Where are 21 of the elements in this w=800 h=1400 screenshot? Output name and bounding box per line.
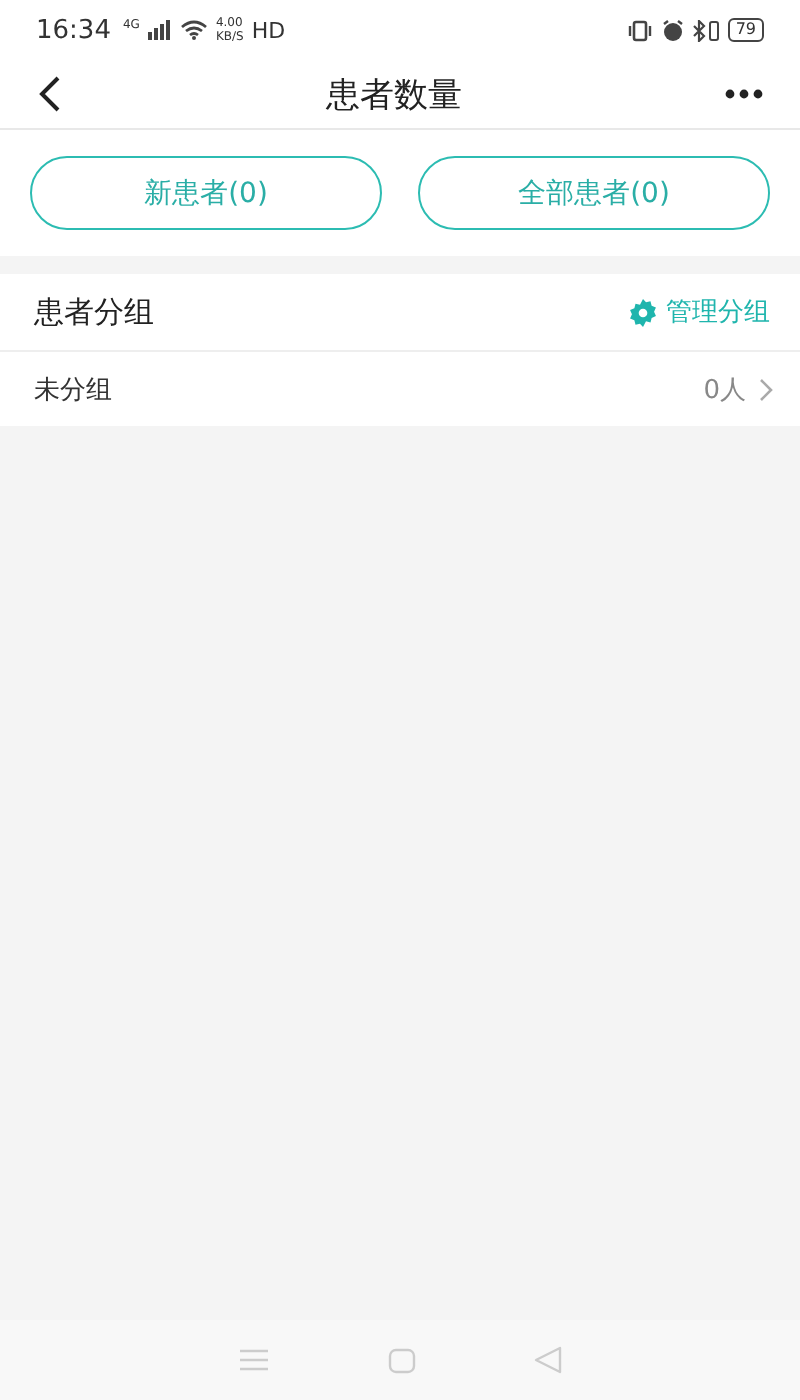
- signal-icon: [147, 20, 172, 40]
- section-title: 患者分组: [34, 293, 154, 331]
- filter-button[interactable]: 新患者(0): [30, 156, 382, 230]
- hd-label: HD: [251, 17, 286, 43]
- home-icon[interactable]: [387, 1347, 416, 1373]
- chevron-icon: [758, 377, 774, 401]
- back-nav-icon[interactable]: [533, 1346, 562, 1374]
- filter-button[interactable]: 全部患者(0): [418, 156, 770, 230]
- back-icon[interactable]: [36, 74, 64, 114]
- page-title: 患者数量: [326, 73, 462, 117]
- group-row[interactable]: 未分组 0人: [0, 352, 800, 426]
- more-icon[interactable]: [724, 88, 764, 100]
- status-time: 16:34: [36, 15, 111, 45]
- alarm-icon: [661, 19, 684, 41]
- bluetooth-icon: [691, 19, 720, 41]
- vibrate-icon: [625, 19, 654, 41]
- menu-icon[interactable]: [238, 1348, 271, 1372]
- manage-groups-link[interactable]: 管理分组: [628, 294, 770, 330]
- gear-icon: [628, 297, 658, 327]
- wifi-icon: [179, 20, 208, 40]
- battery-level: 79: [727, 18, 764, 42]
